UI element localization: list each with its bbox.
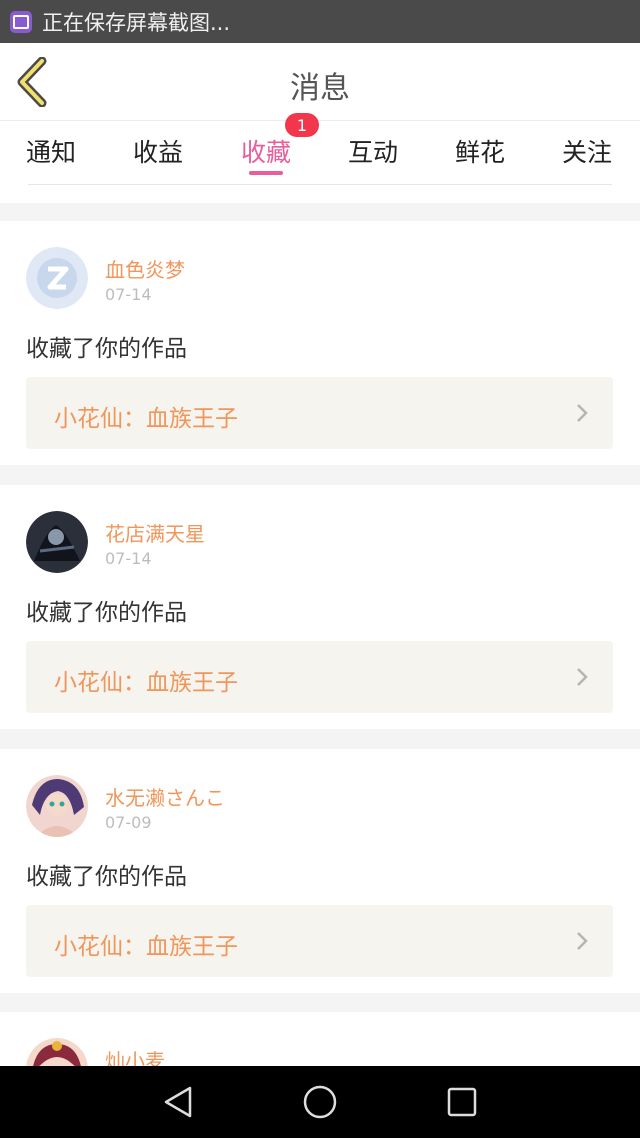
- date: 07-09: [105, 813, 152, 832]
- action-text: 收藏了你的作品: [26, 864, 187, 890]
- work-title: 小花仙：血族王子: [54, 934, 238, 960]
- screenshot-icon: [10, 10, 32, 33]
- action-text: 收藏了你的作品: [26, 600, 187, 626]
- tabs-divider: [28, 184, 612, 185]
- tab-notifications[interactable]: 通知: [26, 133, 76, 169]
- chevron-right-icon: [577, 932, 588, 950]
- work-link[interactable]: 小花仙：血族王子: [26, 641, 613, 713]
- work-link[interactable]: 小花仙：血族王子: [26, 377, 613, 449]
- date: 07-14: [105, 549, 152, 568]
- tab-favorites[interactable]: 收藏: [241, 133, 291, 169]
- chevron-right-icon: [577, 404, 588, 422]
- message-card: 灿小麦: [0, 1012, 640, 1072]
- chevron-right-icon: [577, 668, 588, 686]
- work-title: 小花仙：血族王子: [54, 406, 238, 432]
- home-nav-icon[interactable]: [302, 1084, 338, 1120]
- tab-interactions[interactable]: 互动: [348, 133, 398, 169]
- username[interactable]: 花店满天星: [105, 518, 205, 547]
- avatar[interactable]: [26, 511, 88, 573]
- unread-badge: 1: [285, 113, 319, 137]
- page-title: 消息: [290, 71, 350, 106]
- avatar[interactable]: [26, 775, 88, 837]
- system-nav-bar: [0, 1066, 640, 1138]
- username[interactable]: 血色炎梦: [105, 254, 185, 283]
- message-card: 水无濑さんこ 07-09 收藏了你的作品 小花仙：血族王子: [0, 749, 640, 993]
- message-card: 花店满天星 07-14 收藏了你的作品 小花仙：血族王子: [0, 485, 640, 729]
- work-title: 小花仙：血族王子: [54, 670, 238, 696]
- avatar[interactable]: [26, 247, 88, 309]
- date: 07-14: [105, 285, 152, 304]
- message-card: 血色炎梦 07-14 收藏了你的作品 小花仙：血族王子: [0, 221, 640, 465]
- header: 消息: [0, 43, 640, 121]
- tab-follows[interactable]: 关注: [562, 133, 612, 169]
- tab-flowers[interactable]: 鲜花: [455, 133, 505, 169]
- status-bar: 正在保存屏幕截图...: [0, 0, 640, 43]
- recents-nav-icon[interactable]: [444, 1084, 480, 1120]
- action-text: 收藏了你的作品: [26, 336, 187, 362]
- work-link[interactable]: 小花仙：血族王子: [26, 905, 613, 977]
- username[interactable]: 水无濑さんこ: [105, 782, 225, 811]
- tab-earnings[interactable]: 收益: [133, 133, 183, 169]
- back-nav-icon[interactable]: [160, 1084, 196, 1120]
- status-text: 正在保存屏幕截图...: [42, 10, 231, 35]
- active-tab-indicator: [249, 171, 283, 175]
- tab-bar: [0, 121, 640, 203]
